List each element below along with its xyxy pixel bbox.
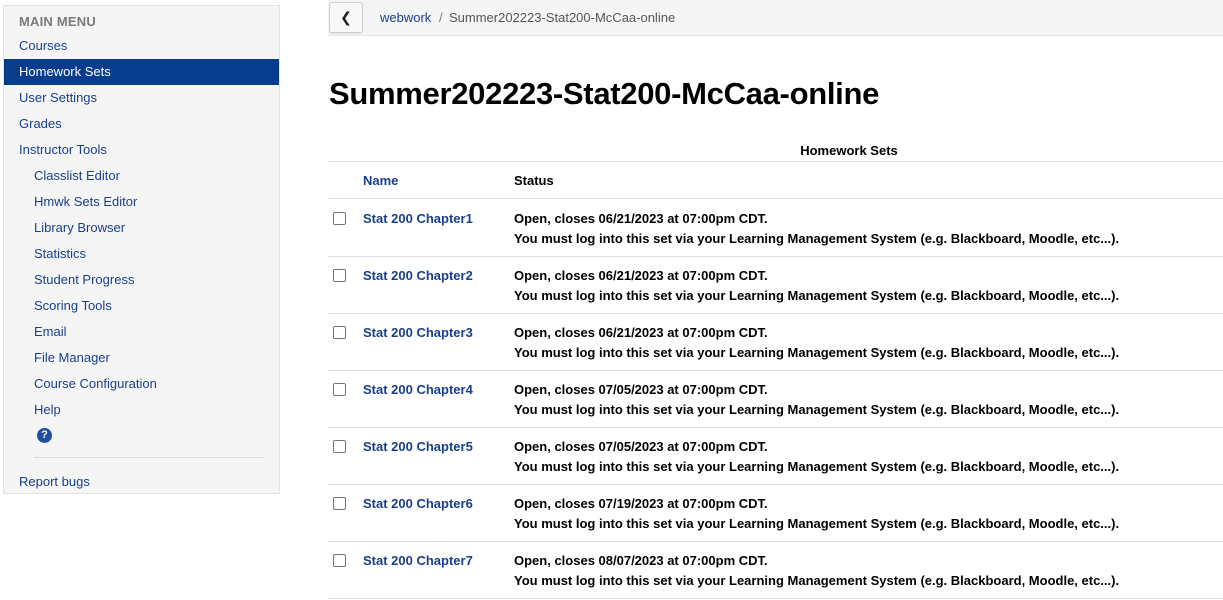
sidebar-item-courses[interactable]: Courses bbox=[4, 33, 279, 59]
sidebar-item-statistics[interactable]: Statistics bbox=[4, 241, 279, 267]
sidebar-item-email[interactable]: Email bbox=[4, 319, 279, 345]
set-status: Open, closes 07/19/2023 at 07:00pm CDT. bbox=[514, 496, 768, 511]
row-select-checkbox[interactable] bbox=[333, 212, 346, 225]
report-bugs-link[interactable]: Report bugs bbox=[4, 469, 279, 495]
page-title: Summer202223-Stat200-McCaa-online bbox=[329, 76, 880, 111]
table-row: Stat 200 Chapter4 Open, closes 07/05/202… bbox=[328, 370, 1223, 427]
table-row: Stat 200 Chapter6 Open, closes 07/19/202… bbox=[328, 484, 1223, 541]
sidebar-item-file-manager[interactable]: File Manager bbox=[4, 345, 279, 371]
set-status: Open, closes 06/21/2023 at 07:00pm CDT. bbox=[514, 268, 768, 283]
row-divider bbox=[328, 598, 1223, 599]
set-status: Open, closes 08/07/2023 at 07:00pm CDT. bbox=[514, 553, 768, 568]
sidebar-item-student-progress[interactable]: Student Progress bbox=[4, 267, 279, 293]
row-select-checkbox[interactable] bbox=[333, 326, 346, 339]
set-status-note: You must log into this set via your Lear… bbox=[514, 288, 1120, 303]
question-circle-icon[interactable]: ? bbox=[37, 428, 52, 443]
breadcrumb-separator: / bbox=[439, 10, 443, 25]
set-status: Open, closes 07/05/2023 at 07:00pm CDT. bbox=[514, 439, 768, 454]
row-select-checkbox[interactable] bbox=[333, 383, 346, 396]
sidebar-item-help[interactable]: Help bbox=[4, 397, 279, 423]
sidebar-item-homework-sets[interactable]: Homework Sets bbox=[4, 59, 279, 85]
set-status: Open, closes 06/21/2023 at 07:00pm CDT. bbox=[514, 325, 768, 340]
sidebar-item-hmwk-sets-editor[interactable]: Hmwk Sets Editor bbox=[4, 189, 279, 215]
table-top-border bbox=[328, 161, 1223, 162]
set-name-link[interactable]: Stat 200 Chapter6 bbox=[363, 496, 473, 511]
set-name-link[interactable]: Stat 200 Chapter4 bbox=[363, 382, 473, 397]
sidebar-item-library-browser[interactable]: Library Browser bbox=[4, 215, 279, 241]
sidebar-item-course-configuration[interactable]: Course Configuration bbox=[4, 371, 279, 397]
set-status-note: You must log into this set via your Lear… bbox=[514, 345, 1120, 360]
set-name-link[interactable]: Stat 200 Chapter7 bbox=[363, 553, 473, 568]
sidebar-item-grades[interactable]: Grades bbox=[4, 111, 279, 137]
set-status-note: You must log into this set via your Lear… bbox=[514, 573, 1120, 588]
set-status-note: You must log into this set via your Lear… bbox=[514, 402, 1120, 417]
chevron-left-icon: ❮ bbox=[340, 9, 352, 25]
set-name-link[interactable]: Stat 200 Chapter3 bbox=[363, 325, 473, 340]
breadcrumb-current: Summer202223-Stat200-McCaa-online bbox=[449, 10, 676, 25]
table-row: Stat 200 Chapter7 Open, closes 08/07/202… bbox=[328, 541, 1223, 598]
row-select-checkbox[interactable] bbox=[333, 554, 346, 567]
set-status-note: You must log into this set via your Lear… bbox=[514, 516, 1120, 531]
set-status-note: You must log into this set via your Lear… bbox=[514, 231, 1120, 246]
set-name-link[interactable]: Stat 200 Chapter5 bbox=[363, 439, 473, 454]
table-row: Stat 200 Chapter5 Open, closes 07/05/202… bbox=[328, 427, 1223, 484]
set-status: Open, closes 06/21/2023 at 07:00pm CDT. bbox=[514, 211, 768, 226]
set-status-note: You must log into this set via your Lear… bbox=[514, 459, 1120, 474]
row-select-checkbox[interactable] bbox=[333, 269, 346, 282]
main-menu-sidebar: MAIN MENU Courses Homework Sets User Set… bbox=[3, 5, 280, 494]
set-name-link[interactable]: Stat 200 Chapter1 bbox=[363, 211, 473, 226]
main-menu-header: MAIN MENU bbox=[19, 14, 96, 29]
row-select-checkbox[interactable] bbox=[333, 497, 346, 510]
sidebar-item-classlist-editor[interactable]: Classlist Editor bbox=[4, 163, 279, 189]
column-header-name[interactable]: Name bbox=[363, 173, 398, 188]
column-header-status: Status bbox=[514, 173, 554, 188]
table-row: Stat 200 Chapter1 Open, closes 06/21/202… bbox=[328, 199, 1223, 256]
sidebar-item-instructor-tools[interactable]: Instructor Tools bbox=[4, 137, 279, 163]
table-row: Stat 200 Chapter3 Open, closes 06/21/202… bbox=[328, 313, 1223, 370]
table-row: Stat 200 Chapter2 Open, closes 06/21/202… bbox=[328, 256, 1223, 313]
menu-divider bbox=[34, 457, 264, 458]
breadcrumb-link-webwork[interactable]: webwork bbox=[380, 10, 431, 25]
breadcrumb-bar: ❮ webwork / Summer202223-Stat200-McCaa-o… bbox=[328, 0, 1223, 36]
row-select-checkbox[interactable] bbox=[333, 440, 346, 453]
set-status: Open, closes 07/05/2023 at 07:00pm CDT. bbox=[514, 382, 768, 397]
table-caption: Homework Sets bbox=[800, 143, 898, 158]
sidebar-item-scoring-tools[interactable]: Scoring Tools bbox=[4, 293, 279, 319]
set-name-link[interactable]: Stat 200 Chapter2 bbox=[363, 268, 473, 283]
back-button[interactable]: ❮ bbox=[329, 2, 363, 33]
sidebar-item-user-settings[interactable]: User Settings bbox=[4, 85, 279, 111]
